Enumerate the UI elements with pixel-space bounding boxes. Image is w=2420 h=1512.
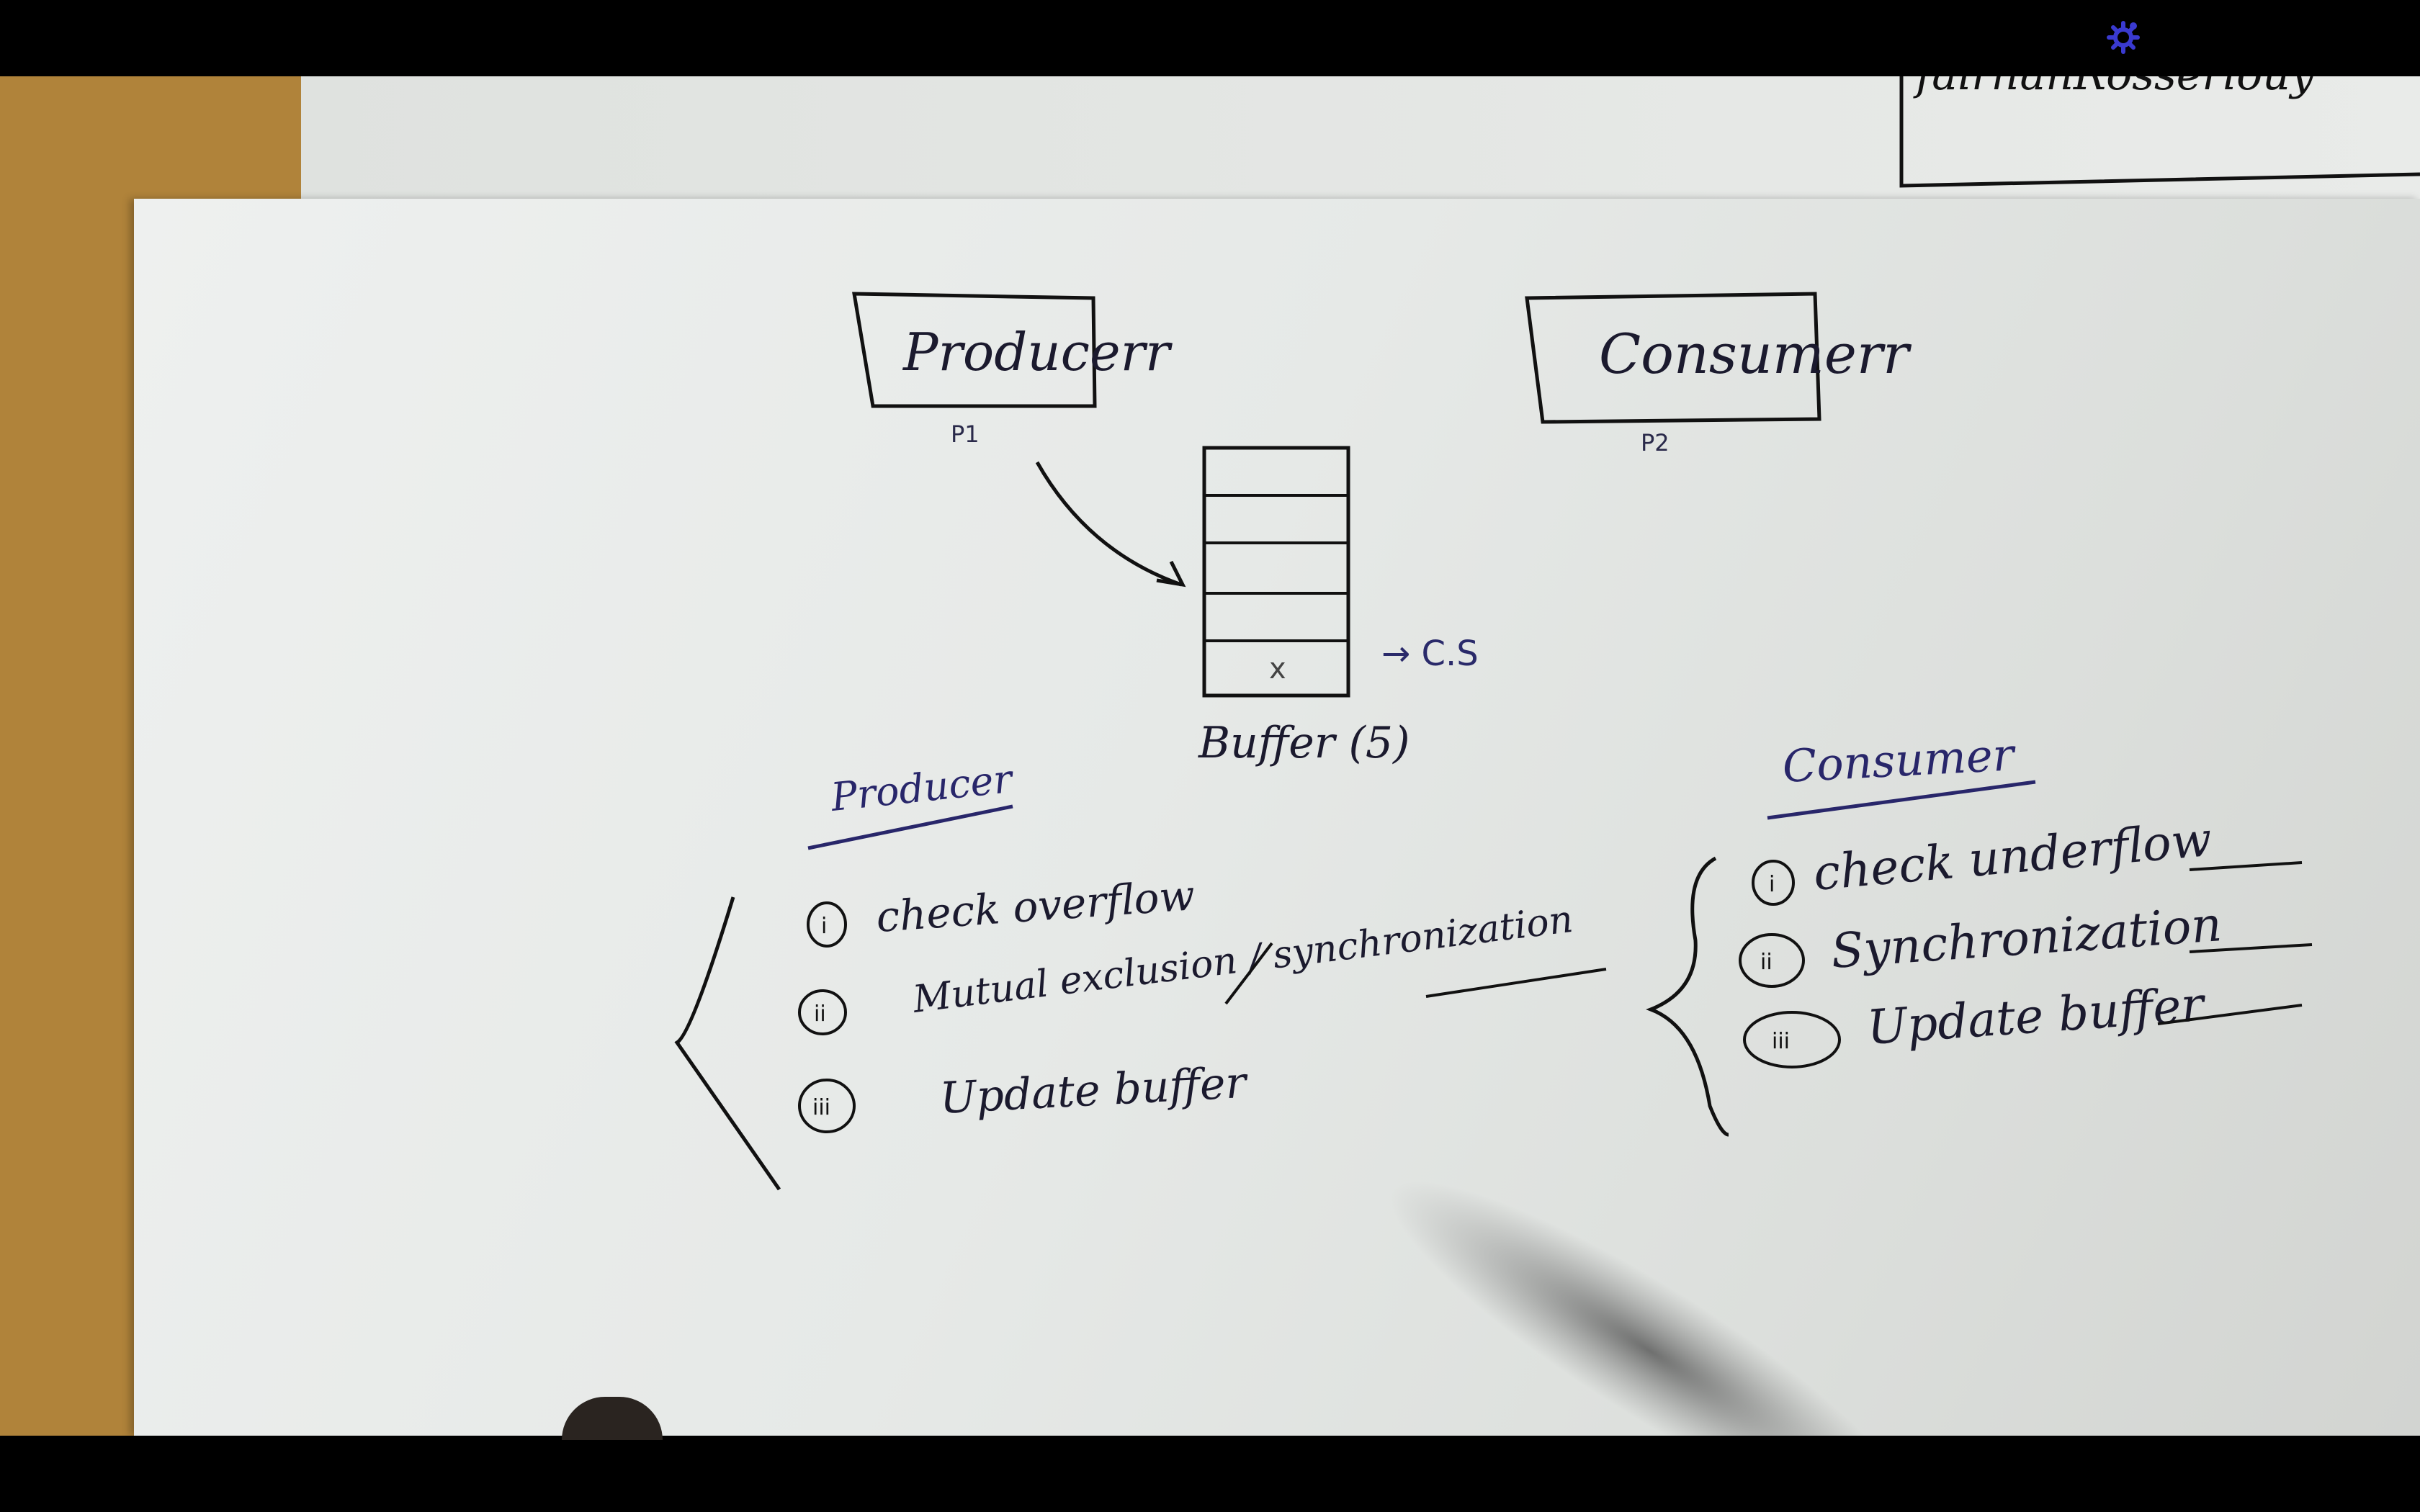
producer-pid: P1 xyxy=(951,420,980,448)
settings-button[interactable] xyxy=(2106,20,2141,55)
gear-icon xyxy=(2107,21,2140,54)
consumer-item-2: Synchronization xyxy=(1829,896,2223,979)
producer-box: Producerr P1 xyxy=(852,292,1173,448)
hand-shadow xyxy=(1390,1181,1909,1436)
producer-brace xyxy=(674,896,781,1191)
corner-note-text: fairhanRosseriouy xyxy=(1913,76,2316,100)
buffer-label: Buffer (5) xyxy=(1198,718,1410,768)
consumer-item-1: check underflow xyxy=(1811,811,2214,901)
producer-box-label: Producerr xyxy=(902,322,1173,382)
consumer-item-3: Update buffer xyxy=(1865,976,2208,1056)
whiteboard-drawing: fairhanRosseriouy Producerr P1 Consumerr… xyxy=(674,76,2420,1436)
video-frame[interactable]: fairhanRosseriouy Producerr P1 Consumerr… xyxy=(0,76,2420,1436)
consumer-item-1-num: i xyxy=(1769,872,1775,897)
producer-item-1-num: i xyxy=(821,914,827,939)
consumer-box: Consumerr P2 xyxy=(1525,292,1912,456)
consumer-brace xyxy=(1646,856,1729,1137)
consumer-item-2-num: ii xyxy=(1760,950,1773,975)
buffer-stack: x xyxy=(1202,446,1350,698)
producer-item-2-num: ii xyxy=(814,1002,826,1027)
producer-to-buffer-arrow xyxy=(1035,461,1182,587)
consumer-item-3-num: iii xyxy=(1772,1029,1790,1054)
producer-item-1: check overflow xyxy=(874,870,1196,942)
consumer-box-label: Consumerr xyxy=(1599,322,1912,386)
buffer-slot-mark: x xyxy=(1269,652,1286,685)
consumer-section: Consumer i check underflow ii Synchroniz… xyxy=(1646,728,2313,1137)
producer-item-3: Update buffer xyxy=(938,1058,1250,1124)
consumer-pid: P2 xyxy=(1641,429,1670,456)
consumer-heading: Consumer xyxy=(1781,728,2017,793)
producer-section: Producer i check overflow ii Mutual excl… xyxy=(674,756,1607,1191)
video-bottom-bar xyxy=(0,1397,2420,1512)
producer-item-3-num: iii xyxy=(812,1095,830,1120)
cs-label: → C.S xyxy=(1381,634,1479,674)
corner-note: fairhanRosseriouy xyxy=(1899,76,2420,188)
video-top-bar xyxy=(0,0,2420,76)
